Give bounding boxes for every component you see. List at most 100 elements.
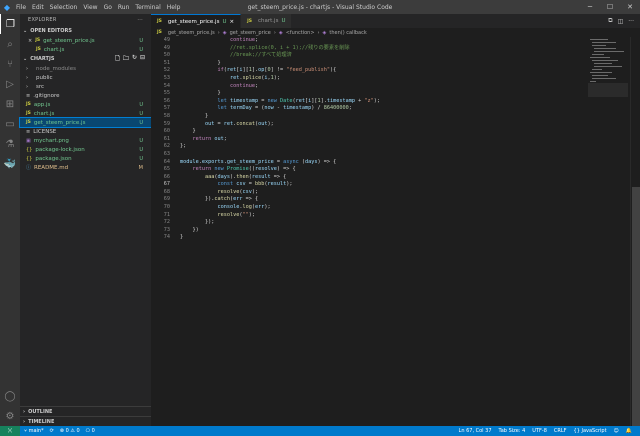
more-actions-icon[interactable]: ··· <box>137 17 143 23</box>
docker-icon[interactable]: 🐳 <box>0 154 20 174</box>
vscode-logo-icon[interactable]: ◆ <box>0 0 14 14</box>
code-line[interactable]: 60 } <box>151 128 627 136</box>
remote-indicator-icon[interactable]: ⟩⟨ <box>0 426 20 436</box>
remote-explorer-icon[interactable]: ▭ <box>0 114 20 134</box>
file-tree-item[interactable]: JS get_steem_price.js U <box>19 117 152 128</box>
code-line[interactable]: 68 resolve(csv); <box>151 189 627 197</box>
close-tab-icon[interactable]: × <box>229 19 234 25</box>
file-tree-item[interactable]: JS chart.js U <box>20 109 151 118</box>
code-line[interactable]: 64 module.exports.get_steem_price = async… <box>151 159 627 167</box>
explorer-icon[interactable]: ❐ <box>0 14 20 34</box>
error-count: 0 <box>65 428 69 434</box>
source-control-icon[interactable]: ⑂ <box>0 54 20 74</box>
menu-item-selection[interactable]: Selection <box>50 4 78 11</box>
scrollbar-thumb[interactable] <box>632 187 640 426</box>
menu-item-edit[interactable]: Edit <box>32 4 44 11</box>
code-line[interactable]: 58 } <box>151 113 627 121</box>
code-line[interactable]: 54 continue; <box>151 83 627 91</box>
file-tree-item[interactable]: {} package.json U <box>20 154 151 163</box>
tab-size[interactable]: Tab Size: 4 <box>499 428 526 434</box>
code-line[interactable]: 55 } <box>151 90 627 98</box>
timeline-section[interactable]: › TIMELINE <box>20 416 151 426</box>
code-line[interactable]: 70 console.log(err); <box>151 204 627 212</box>
feedback-icon[interactable]: ☺ <box>614 428 619 434</box>
extensions-icon[interactable]: ⊞ <box>0 94 20 114</box>
code-line[interactable]: 56 let timestamp = new Date(ret[i][1].ti… <box>151 98 627 106</box>
file-tree-item[interactable]: › public <box>20 73 151 82</box>
notifications-icon[interactable]: 🔔 <box>626 428 632 434</box>
code-line[interactable]: 52 if(ret[i][1].op[0] != "feed_publish")… <box>151 67 627 75</box>
search-icon[interactable]: ⌕ <box>0 34 20 54</box>
code-line[interactable]: 74} <box>151 234 627 242</box>
eol[interactable]: CRLF <box>554 428 567 434</box>
menu-item-go[interactable]: Go <box>104 4 112 11</box>
more-actions-icon[interactable]: ··· <box>628 18 634 25</box>
file-tree-item[interactable]: › src <box>20 82 151 91</box>
tab-get-steem-price[interactable]: JS get_steem_price.js U × <box>151 14 242 28</box>
code-line[interactable]: 61 return out; <box>151 136 627 144</box>
file-tree-item[interactable]: ▣ mychart.png U <box>20 136 151 145</box>
code-line[interactable]: 69 }).catch(err => { <box>151 196 627 204</box>
file-tree-item[interactable]: {} package-lock.json U <box>20 145 151 154</box>
code-line[interactable]: 49 continue; <box>151 37 627 45</box>
minimap[interactable] <box>588 37 628 97</box>
testing-icon[interactable]: ⚗ <box>0 134 20 154</box>
breadcrumb-item[interactable]: then() callback <box>329 30 366 36</box>
file-tree-item[interactable]: ≡ LICENSE <box>20 127 151 136</box>
collapse-all-icon[interactable]: ⊟ <box>140 54 145 64</box>
new-folder-icon[interactable]: 🗀 <box>123 54 129 64</box>
code-line[interactable]: 59 out = ret.concat(out); <box>151 121 627 129</box>
open-editor-item[interactable]: × JS get_steem_price.js U <box>20 36 151 45</box>
refresh-icon[interactable]: ↻ <box>132 54 137 64</box>
project-section[interactable]: ⌄ CHARTJS 🗋 🗀 ↻ ⊟ <box>20 54 151 64</box>
line-number: 49 <box>163 44 170 51</box>
close-icon[interactable]: ✕ <box>620 0 640 14</box>
code-line[interactable]: 57 let termDay = (now - timestamp) / 864… <box>151 105 627 113</box>
breadcrumb-item[interactable]: get_steem_price <box>230 30 271 36</box>
vertical-scrollbar[interactable] <box>630 37 640 426</box>
account-icon[interactable]: ◯ <box>0 386 20 406</box>
menu-item-help[interactable]: Help <box>167 4 181 11</box>
open-editor-item[interactable]: JS chart.js U <box>20 45 151 54</box>
code-line[interactable]: 51 } <box>151 60 627 68</box>
code-line[interactable]: 62}; <box>151 143 627 151</box>
encoding[interactable]: UTF-8 <box>532 428 547 434</box>
language-mode[interactable]: {} JavaScript <box>574 428 607 434</box>
new-file-icon[interactable]: 🗋 <box>115 54 120 64</box>
maximize-icon[interactable]: ☐ <box>600 0 620 14</box>
menu-item-terminal[interactable]: Terminal <box>135 4 160 11</box>
outline-section[interactable]: › OUTLINE <box>20 406 151 416</box>
code-editor[interactable]: 49 continue; 49 //ret.splice(0, i + 1);//… <box>151 37 627 426</box>
breadcrumb-item[interactable]: get_steem_price.js <box>168 30 215 36</box>
branch-indicator[interactable]: ⑂ main* <box>24 428 44 434</box>
settings-gear-icon[interactable]: ⚙ <box>0 406 20 426</box>
code-line[interactable]: 63 <box>151 151 627 159</box>
code-line[interactable]: 53 ret.splice(i,1); <box>151 75 627 83</box>
code-line[interactable]: 71 resolve(""); <box>151 212 627 220</box>
sync-icon[interactable]: ⟳ <box>50 428 54 434</box>
menu-item-file[interactable]: File <box>16 4 26 11</box>
minimize-icon[interactable]: ─ <box>580 0 600 14</box>
code-line[interactable]: 73 }) <box>151 227 627 235</box>
code-line[interactable]: 65 return new Promise((resolve) => { <box>151 166 627 174</box>
problems-indicator[interactable]: ⊗ 0 ⚠ 0 <box>60 428 80 434</box>
cursor-position[interactable]: Ln 67, Col 37 <box>459 428 492 434</box>
tab-chart[interactable]: JS chart.js U <box>241 14 293 28</box>
breadcrumb-item[interactable]: <function> <box>286 30 315 36</box>
run-debug-icon[interactable]: ▷ <box>0 74 20 94</box>
code-line[interactable]: 50 //break;//すべて処理済 <box>151 52 627 60</box>
open-changes-icon[interactable]: ⧉ <box>608 17 612 25</box>
code-line[interactable]: 66 aaa(days).then(result => { <box>151 174 627 182</box>
menu-item-view[interactable]: View <box>83 4 97 11</box>
open-editors-section[interactable]: ⌄ OPEN EDITORS <box>20 26 151 36</box>
file-tree-item[interactable]: ⓘ README.md M <box>20 163 151 172</box>
menu-item-run[interactable]: Run <box>118 4 130 11</box>
code-line[interactable]: 67 const csv = bbb(result); <box>151 181 627 189</box>
ports-indicator[interactable]: ⎔ 0 <box>86 428 95 434</box>
code-line[interactable]: 72 }); <box>151 219 627 227</box>
split-editor-icon[interactable]: ◫ <box>618 18 624 25</box>
close-icon[interactable]: × <box>28 38 32 44</box>
file-tree-item[interactable]: ≡ .gitignore <box>20 91 151 100</box>
file-tree-item[interactable]: › node_modules <box>20 64 151 73</box>
file-tree-item[interactable]: JS app.js U <box>20 100 151 109</box>
